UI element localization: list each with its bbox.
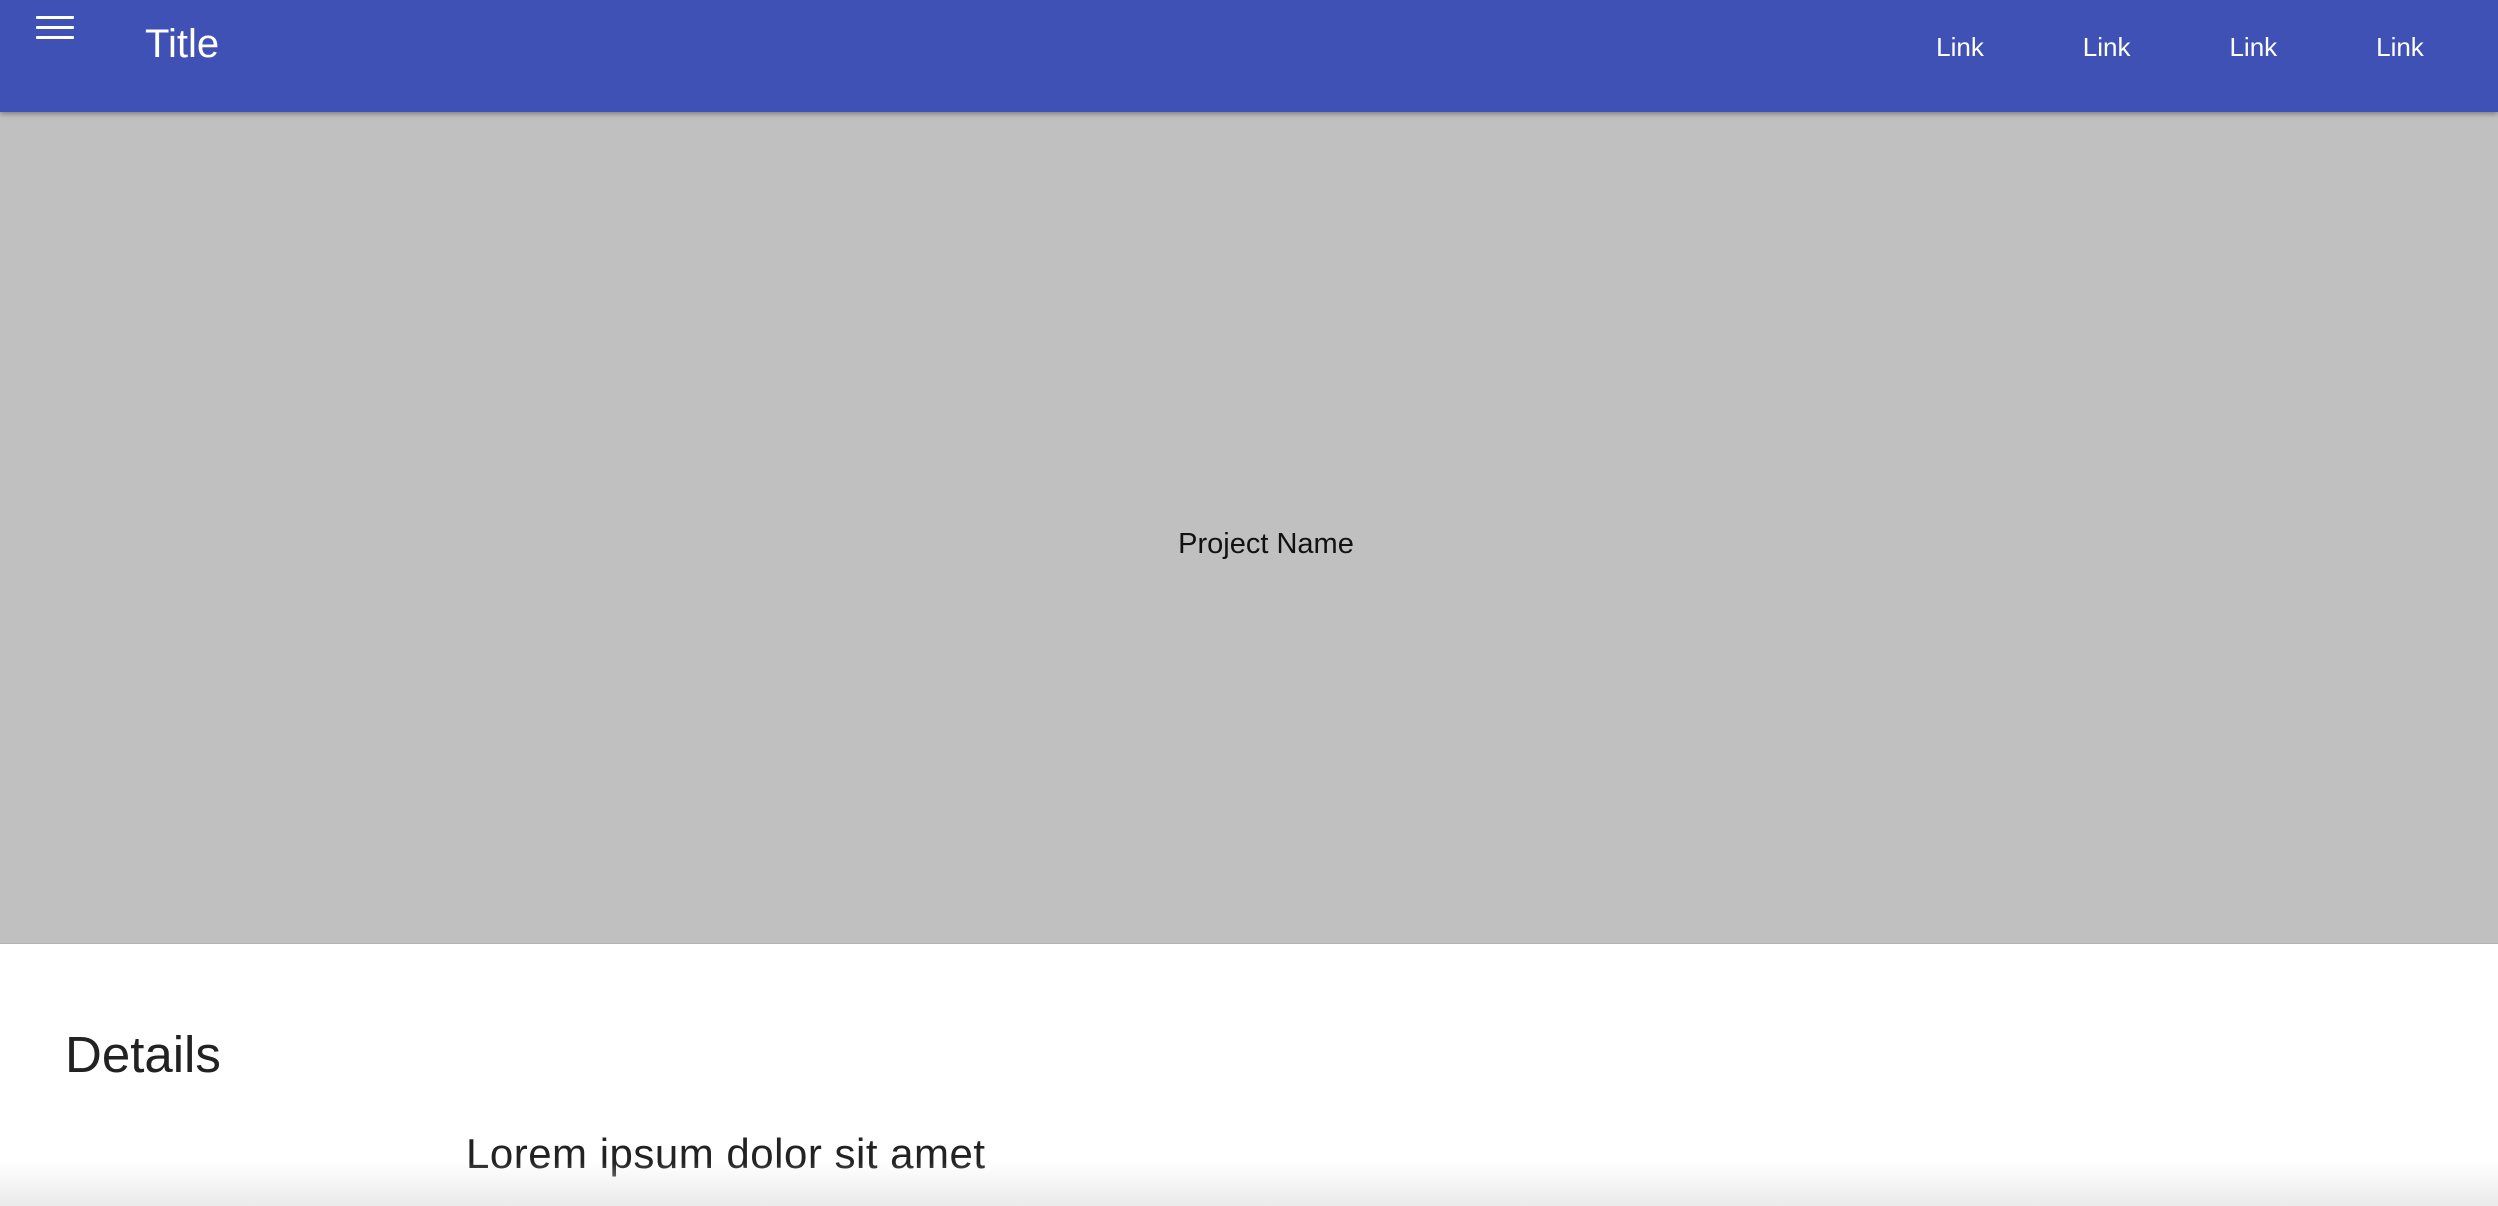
nav-link-4[interactable]: Link xyxy=(2340,30,2460,64)
top-app-bar: Title Link Link Link Link xyxy=(0,0,2498,112)
hamburger-menu-icon[interactable] xyxy=(36,14,74,42)
menu-line xyxy=(36,16,74,19)
project-hero-banner: Project Name xyxy=(0,112,2498,944)
details-heading: Details xyxy=(65,1026,221,1083)
menu-line xyxy=(36,26,74,29)
details-text: Lorem ipsum dolor sit amet xyxy=(466,1130,986,1177)
nav-link-1[interactable]: Link xyxy=(1900,30,2020,64)
nav-link-3[interactable]: Link xyxy=(2193,30,2313,64)
nav-link-2[interactable]: Link xyxy=(2047,30,2167,64)
bottom-shadow xyxy=(0,1162,2498,1206)
menu-line xyxy=(36,36,74,39)
project-name-label: Project Name xyxy=(1178,528,1354,560)
page-title: Title xyxy=(145,22,220,66)
app-page: Title Link Link Link Link Project Name D… xyxy=(0,0,2498,1206)
header-nav: Link Link Link Link xyxy=(1900,30,2460,64)
